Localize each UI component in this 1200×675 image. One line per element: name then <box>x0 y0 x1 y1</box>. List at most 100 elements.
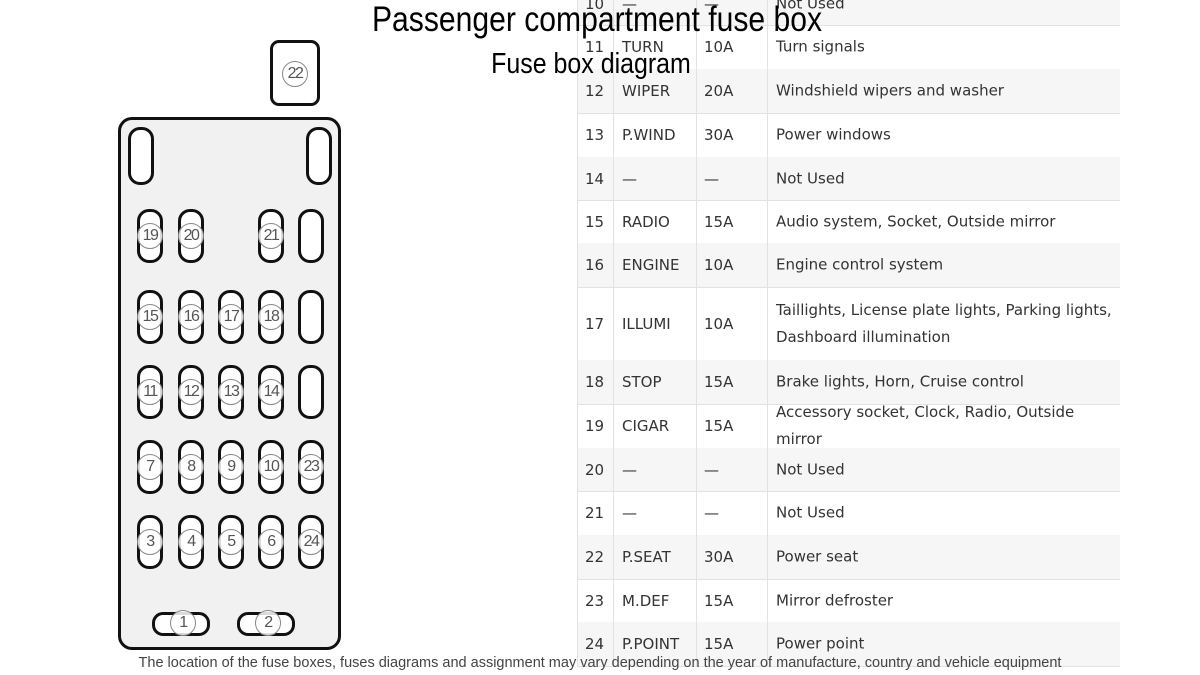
cell-name: CIGAR <box>622 417 670 435</box>
fuse-number-label: 17 <box>218 304 244 330</box>
column-divider <box>767 404 768 448</box>
column-divider <box>767 287 768 360</box>
column-divider <box>696 360 697 404</box>
cell-amp: 15A <box>704 417 734 435</box>
column-divider <box>696 243 697 287</box>
cell-no: 24 <box>585 635 605 653</box>
cell-name: M.DEF <box>622 591 670 610</box>
cell-name: ILLUMI <box>622 314 671 333</box>
cell-desc: Engine control system <box>776 255 944 274</box>
fuse-number-label: 9 <box>218 454 244 480</box>
cell-no: 23 <box>585 591 605 610</box>
cell-desc: Mirror defroster <box>776 591 894 609</box>
fuse-number-label: 12 <box>178 379 204 405</box>
cell-amp: 15A <box>704 591 734 610</box>
fuse-number-label: 20 <box>178 223 204 249</box>
cell-desc: Taillights, License plate lights, Parkin… <box>776 300 1112 346</box>
column-divider <box>767 243 768 287</box>
column-divider <box>767 448 768 491</box>
fuse-number-label: 4 <box>178 529 204 555</box>
cell-amp: 20A <box>704 82 734 100</box>
fuse-number-label: 10 <box>258 454 284 480</box>
spare-slot <box>298 209 324 263</box>
cell-amp: 10A <box>704 256 734 274</box>
column-divider <box>613 200 614 243</box>
column-divider <box>696 287 697 360</box>
cell-desc: Not Used <box>776 169 845 187</box>
cell-no: 17 <box>585 314 605 333</box>
column-divider <box>696 579 697 622</box>
fuse-number-label: 1 <box>170 610 196 636</box>
fuse-number-label: 3 <box>137 529 163 555</box>
fuse-number-label: 6 <box>258 529 284 555</box>
cell-name: P.WIND <box>622 126 676 144</box>
cell-amp: — <box>704 169 719 188</box>
column-divider <box>613 287 614 360</box>
fuse-number-label: 23 <box>298 454 324 480</box>
cell-no: 15 <box>585 212 605 231</box>
cell-name: STOP <box>622 373 662 391</box>
cell-desc: Power point <box>776 634 865 653</box>
cell-amp: 15A <box>704 373 734 391</box>
cell-name: — <box>622 460 637 479</box>
cell-amp: — <box>704 504 719 522</box>
cell-no: 21 <box>585 504 605 522</box>
cell-desc: Not Used <box>776 460 845 478</box>
fuse-number-label: 15 <box>137 304 163 330</box>
fuse-number-label: 18 <box>258 304 284 330</box>
cell-amp: — <box>704 460 719 479</box>
spare-slot <box>298 365 324 419</box>
fuse-number-label: 7 <box>137 454 163 480</box>
cell-name: ENGINE <box>622 256 680 274</box>
cell-name: P.POINT <box>622 635 680 653</box>
cell-amp: 30A <box>704 126 734 144</box>
fuse-number-label: 5 <box>218 529 244 555</box>
cell-name: RADIO <box>622 212 670 231</box>
table-row: 19 CIGAR 15A Accessory socket, Clock, Radio… <box>577 403 1120 449</box>
column-divider <box>613 360 614 404</box>
column-divider <box>613 243 614 287</box>
fuse-number-label: 21 <box>258 223 284 249</box>
cell-amp: 10A <box>704 314 734 333</box>
cell-no: 12 <box>585 82 605 100</box>
column-divider <box>767 200 768 243</box>
cell-name: WIPER <box>622 82 671 100</box>
column-divider <box>767 579 768 622</box>
fuse-number-label: 14 <box>258 379 284 405</box>
table-row: 15 RADIO 15A Audio system, Socket, Outside … <box>577 200 1120 244</box>
table-row: 16 ENGINE 10A Engine control system <box>577 243 1120 288</box>
column-divider <box>767 491 768 535</box>
column-divider <box>696 157 697 200</box>
cell-name: P.SEAT <box>622 548 671 566</box>
cell-no: 13 <box>585 126 605 144</box>
cell-desc: Power windows <box>776 125 891 144</box>
fuse-number-label: 16 <box>178 304 204 330</box>
table-row: 23 M.DEF 15A Mirror defroster <box>577 579 1120 623</box>
cell-no: 20 <box>585 460 605 479</box>
column-divider <box>767 157 768 200</box>
column-divider <box>767 113 768 157</box>
column-divider <box>767 535 768 579</box>
column-divider <box>613 404 614 448</box>
column-divider <box>696 200 697 243</box>
column-divider <box>696 448 697 491</box>
column-divider <box>613 491 614 535</box>
spare-slot <box>128 127 154 185</box>
cell-desc: Windshield wipers and washer <box>776 81 1004 100</box>
fuse-number-label: 13 <box>218 379 244 405</box>
table-row: 20 — — Not Used <box>577 448 1120 492</box>
cell-no: 22 <box>585 548 605 566</box>
cell-no: 19 <box>585 417 605 435</box>
table-border <box>577 0 578 666</box>
fuse-number-label: 11 <box>137 379 163 405</box>
cell-no: 14 <box>585 169 605 188</box>
cell-amp: 30A <box>704 548 734 566</box>
table-row: 17 ILLUMI 10A Taillights, License plate lig… <box>577 287 1120 361</box>
fuse-number-label: 8 <box>178 454 204 480</box>
column-divider <box>767 360 768 404</box>
page-title: Passenger compartment fuse box <box>371 0 823 39</box>
cell-amp: 15A <box>704 635 734 653</box>
fuse-number-label: 2 <box>255 610 281 636</box>
cell-no: 18 <box>585 373 605 391</box>
cell-desc: Power seat <box>776 547 859 566</box>
